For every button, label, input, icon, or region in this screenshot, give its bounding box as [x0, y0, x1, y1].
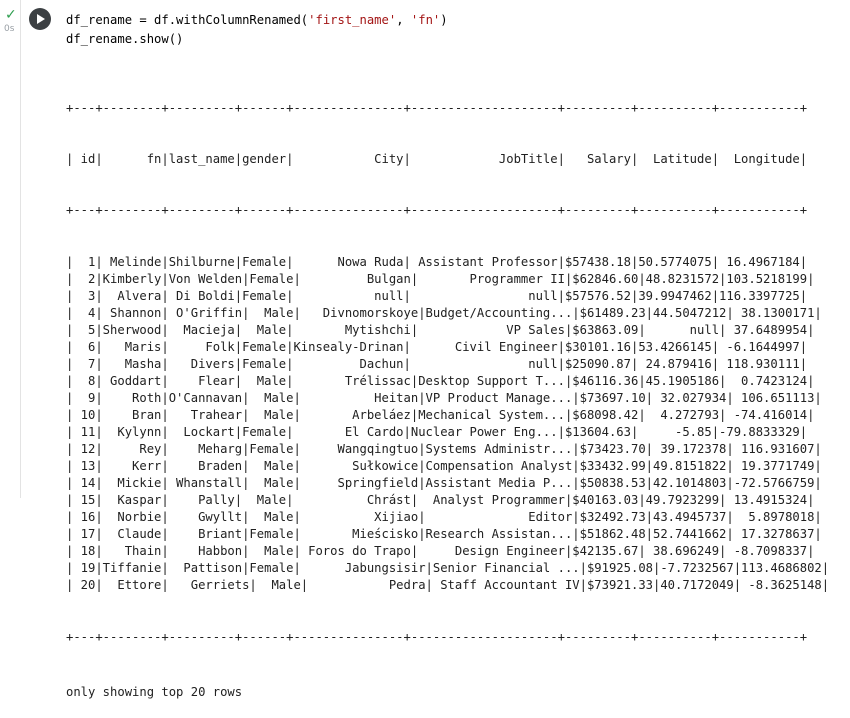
cell-divider [20, 0, 21, 498]
table-row: | 5|Sherwood| Macieja| Male| Mytishchi| … [66, 322, 815, 337]
table-row: | 3| Alvera| Di Boldi|Female| null| null… [66, 288, 808, 303]
code-line-1[interactable]: df_rename = df.withColumnRenamed('first_… [66, 11, 448, 30]
table-row: | 13| Kerr| Braden| Male| Sułkowice|Comp… [66, 459, 822, 474]
table-header: | id| fn|last_name|gender| City| JobTitl… [66, 152, 808, 167]
table-row: | 15| Kaspar| Pally| Male| Chrást| Analy… [66, 493, 815, 508]
table-border-top: +---+--------+---------+------+---------… [66, 101, 808, 116]
table-row: | 11| Kylynn| Lockart|Female| El Cardo|N… [66, 424, 808, 439]
table-body: | 1| Melinde|Shilburne|Female| Nowa Ruda… [66, 254, 829, 595]
cell-gutter: ✓ 0s [0, 0, 22, 60]
table-row: | 18| Thain| Habbon| Male| Foros do Trap… [66, 544, 815, 559]
table-row: | 19|Tiffanie| Pattison|Female| Jabungsi… [66, 561, 830, 576]
execution-check-icon: ✓ [5, 7, 17, 23]
run-cell-button[interactable] [29, 8, 51, 30]
code-line-2[interactable]: df_rename.show() [66, 30, 448, 49]
table-row: | 2|Kimberly|Von Welden|Female| Bulgan| … [66, 271, 815, 286]
table-border-mid: +---+--------+---------+------+---------… [66, 203, 808, 218]
table-row: | 6| Maris| Folk|Female|Kinsealy-Drinan|… [66, 339, 808, 354]
table-border-bottom: +---+--------+---------+------+---------… [66, 629, 808, 644]
table-row: | 20| Ettore| Gerriets| Male| Pedra| Sta… [66, 578, 830, 593]
table-row: | 17| Claude| Briant|Female| Mieścisko|R… [66, 527, 822, 542]
output-footer: only showing top 20 rows [66, 684, 243, 699]
execution-time: 0s [4, 24, 15, 34]
table-row: | 10| Bran| Trahear| Male| Arbeláez|Mech… [66, 407, 815, 422]
code-editor[interactable]: df_rename = df.withColumnRenamed('first_… [66, 11, 448, 49]
table-row: | 14| Mickie| Whanstall| Male| Springfie… [66, 476, 822, 491]
table-row: | 16| Norbie| Gwyllt| Male| Xijiao| Edit… [66, 510, 822, 525]
table-row: | 4| Shannon| O'Griffin| Male| Divnomors… [66, 305, 822, 320]
cell-output: +---+--------+---------+------+---------… [66, 66, 829, 718]
table-row: | 12| Rey| Meharg|Female| Wangqingtuo|Sy… [66, 442, 822, 457]
table-row: | 7| Masha| Divers|Female| Dachun| null|… [66, 356, 808, 371]
table-row: | 9| Roth|O'Cannavan| Male| Heitan|VP Pr… [66, 390, 822, 405]
table-row: | 1| Melinde|Shilburne|Female| Nowa Ruda… [66, 254, 808, 269]
table-row: | 8| Goddart| Flear| Male| Trélissac|Des… [66, 373, 815, 388]
